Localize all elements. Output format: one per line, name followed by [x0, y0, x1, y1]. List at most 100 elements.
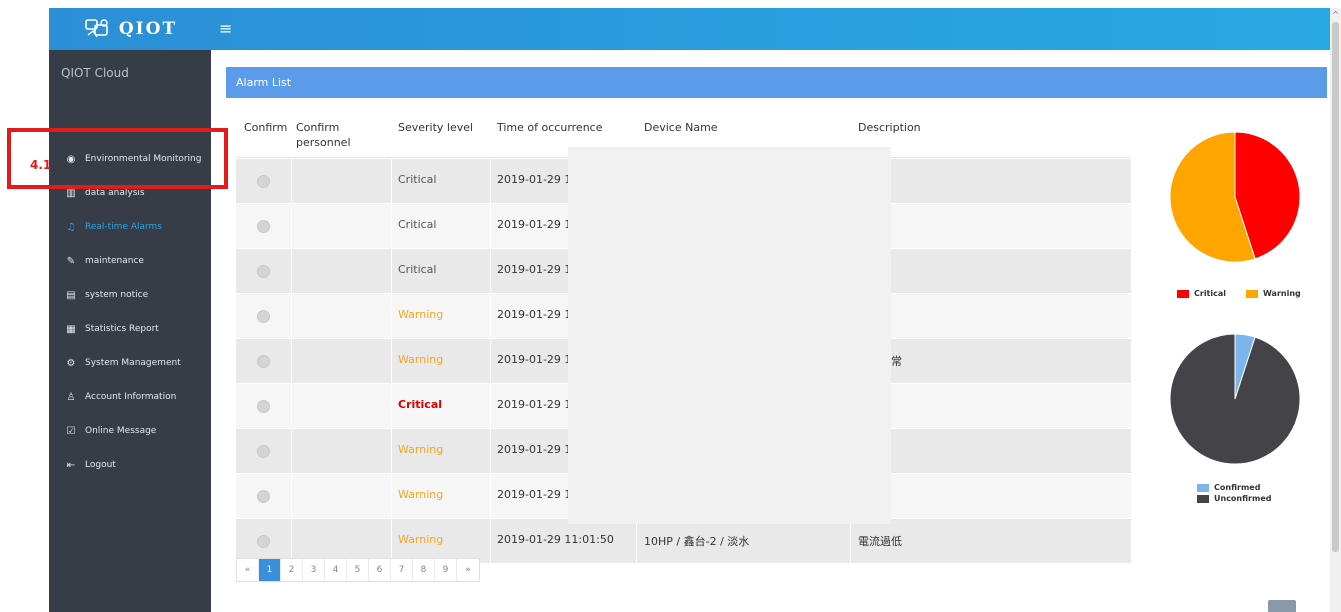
confirm-radio[interactable] [257, 400, 270, 413]
pagination-page-7[interactable]: 7 [391, 559, 413, 581]
severity-cell: Warning [398, 488, 444, 501]
time-cell: 2019-01-29 15 [497, 353, 579, 366]
sidebar-item-maintenance[interactable]: ✎ maintenance [49, 247, 211, 275]
gear-icon: ⚙ [66, 357, 76, 369]
user-icon: ♙ [66, 391, 76, 403]
pagination-page-8[interactable]: 8 [413, 559, 435, 581]
legend-swatch-critical [1177, 289, 1189, 298]
header-severity-level: Severity level [398, 121, 474, 134]
severity-cell: Critical [398, 398, 443, 411]
redaction-overlay [568, 147, 891, 524]
pagination-prev[interactable]: « [237, 559, 259, 581]
confirm-radio[interactable] [257, 535, 270, 548]
brand-logo-icon [85, 19, 108, 38]
legend-swatch-confirmed [1197, 483, 1209, 492]
severity-cell: Warning [398, 443, 444, 456]
header-description: Description [858, 121, 921, 134]
severity-legend: Critical Warning [1177, 289, 1301, 298]
header-device-name: Device Name [644, 121, 718, 134]
confirmation-pie-chart [1169, 333, 1301, 465]
severity-cell: Warning [398, 308, 444, 321]
pie-slice-unconfirmed[interactable] [1169, 333, 1301, 465]
pagination-page-9[interactable]: 9 [435, 559, 457, 581]
wrench-icon: ✎ [66, 255, 76, 267]
sidebar-item-online-message[interactable]: ☑ Online Message [49, 417, 211, 445]
legend-label-confirmed: Confirmed [1214, 483, 1261, 492]
pagination: « 1 2 3 4 5 6 7 8 9 » [236, 558, 480, 582]
sidebar-item-label: System Management [85, 358, 181, 368]
pagination-page-1[interactable]: 1 [259, 559, 281, 581]
menu-toggle-icon[interactable]: ≡ [219, 20, 237, 38]
confirm-radio[interactable] [257, 445, 270, 458]
edit-icon: ☑ [66, 425, 76, 437]
sidebar-item-label: Logout [85, 460, 116, 470]
table-row: Warning 2019-01-29 11:01:50 10HP / 鑫台-2 / … [236, 518, 1131, 563]
confirm-radio[interactable] [257, 490, 270, 503]
annotation-label: 4.1 [30, 158, 52, 172]
sidebar-item-system-management[interactable]: ⚙ System Management [49, 349, 211, 377]
description-cell: 電流過低 [858, 535, 902, 548]
time-cell: 2019-01-29 13 [497, 488, 579, 501]
scroll-up-arrow-icon[interactable]: ^ [1330, 8, 1341, 22]
sidebar-title: QIOT Cloud [61, 66, 129, 80]
confirm-radio[interactable] [257, 175, 270, 188]
legend-entry-unconfirmed: Unconfirmed [1197, 494, 1272, 503]
confirmation-legend: Confirmed Unconfirmed [1197, 483, 1272, 503]
scroll-thumb[interactable] [1332, 22, 1339, 552]
legend-swatch-warning [1246, 289, 1259, 298]
confirm-radio[interactable] [257, 265, 270, 278]
sidebar-item-label: Account Information [85, 392, 177, 402]
legend-label-critical: Critical [1194, 289, 1227, 298]
time-cell: 2019-01-29 15 [497, 398, 579, 411]
time-cell: 2019-01-29 17 [497, 308, 579, 321]
time-cell: 2019-01-29 17 [497, 263, 579, 276]
message-icon: ▤ [66, 289, 76, 301]
severity-cell: Critical [398, 218, 437, 231]
legend-label-unconfirmed: Unconfirmed [1214, 494, 1272, 503]
time-cell: 2019-01-29 14 [497, 443, 579, 456]
header-time-of-occurrence: Time of occurrence [497, 121, 603, 134]
severity-cell: Critical [398, 263, 437, 276]
sidebar-item-label: maintenance [85, 256, 144, 266]
panel-header: Alarm List [226, 67, 1327, 98]
time-cell: 2019-01-29 17 [497, 173, 579, 186]
sidebar-item-account-information[interactable]: ♙ Account Information [49, 383, 211, 411]
sidebar-item-real-time-alarms[interactable]: ♫ Real-time Alarms [49, 213, 211, 241]
confirm-radio[interactable] [257, 220, 270, 233]
pagination-page-5[interactable]: 5 [347, 559, 369, 581]
sidebar-item-label: Real-time Alarms [85, 222, 163, 232]
pagination-next[interactable]: » [457, 559, 479, 581]
legend-label-warning: Warning [1263, 289, 1301, 298]
severity-cell: Warning [398, 533, 444, 546]
sidebar-item-system-notice[interactable]: ▤ system notice [49, 281, 211, 309]
header-confirm: Confirm [244, 121, 288, 134]
sidebar-item-label: Statistics Report [85, 324, 159, 334]
sidebar-item-label: data analysis [85, 188, 145, 198]
pagination-page-2[interactable]: 2 [281, 559, 303, 581]
floating-widget[interactable] [1268, 600, 1296, 612]
report-icon: ▦ [66, 323, 76, 335]
pagination-page-3[interactable]: 3 [303, 559, 325, 581]
confirm-radio[interactable] [257, 310, 270, 323]
time-cell: 2019-01-29 11:01:50 [497, 533, 614, 546]
severity-cell: Critical [398, 173, 437, 186]
severity-pie-chart [1169, 131, 1301, 263]
severity-cell: Warning [398, 353, 444, 366]
header-confirm-personnel: Confirm personnel [296, 121, 351, 149]
sidebar-item-label: Online Message [85, 426, 157, 436]
brand[interactable]: QIOT [49, 8, 211, 50]
time-cell: 2019-01-29 17 [497, 218, 579, 231]
device-cell: 10HP / 鑫台-2 / 淡水 [644, 535, 750, 548]
pagination-page-6[interactable]: 6 [369, 559, 391, 581]
sidebar-item-label: system notice [85, 290, 149, 300]
pagination-page-4[interactable]: 4 [325, 559, 347, 581]
bell-icon: ♫ [66, 221, 76, 233]
legend-swatch-unconfirmed [1197, 494, 1209, 503]
confirm-radio[interactable] [257, 355, 270, 368]
logout-icon: ⇤ [66, 459, 76, 471]
sidebar-item-logout[interactable]: ⇤ Logout [49, 451, 211, 479]
legend-entry-confirmed: Confirmed [1197, 483, 1260, 492]
brand-name: QIOT [118, 19, 178, 39]
sidebar-item-statistics-report[interactable]: ▦ Statistics Report [49, 315, 211, 343]
top-bar: QIOT ≡ [49, 8, 1330, 50]
